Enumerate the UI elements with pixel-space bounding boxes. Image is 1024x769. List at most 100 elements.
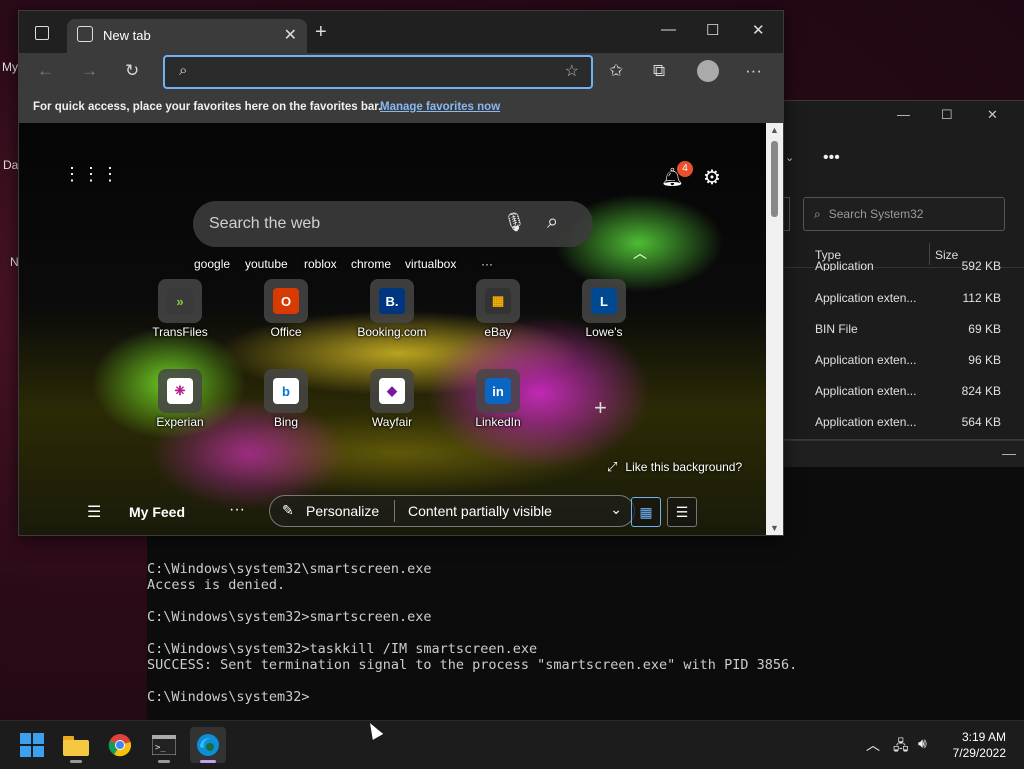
quick-link[interactable]: chrome [351,257,391,271]
expand-icon: ⤢ [607,459,618,474]
file-explorer-taskbar-button[interactable] [58,727,94,763]
feed-title[interactable]: My Feed [129,504,185,520]
clock[interactable]: 3:19 AM 7/29/2022 [953,729,1006,761]
close-icon[interactable]: ✕ [987,107,998,123]
back-icon[interactable]: ← [37,61,54,81]
address-input[interactable] [209,61,533,83]
table-row[interactable]: Application 592 KB [783,251,1024,271]
favorites-icon[interactable]: ✩ [609,61,623,81]
more-options-icon[interactable]: ••• [823,149,840,167]
site-name: Wayfair [371,415,413,429]
file-explorer-window[interactable]: — ☐ ✕ ⌄ ••• ⌕ Search System32 Type Size A… [782,100,1024,440]
app-launcher-icon[interactable]: ⋮⋮⋮ [63,165,120,183]
address-bar-partial[interactable] [783,197,790,231]
top-site-tile[interactable]: ❈ Experian [135,369,225,435]
edge-browser-window[interactable]: New tab ✕ + — ☐ ✕ ← → ↻ ⌕ ☆ ✩ ⧉ ··· For … [18,10,784,536]
chrome-taskbar-button[interactable] [102,727,138,763]
feed-bar: ☰ My Feed ··· ✎ Personalize Content part… [19,493,766,535]
quick-link[interactable]: google [194,257,230,271]
desktop-label[interactable]: My [2,60,18,74]
site-name: TransFiles [152,325,208,339]
forward-icon[interactable]: → [81,61,98,81]
top-site-tile[interactable]: B. Booking.com [347,279,437,345]
search-icon[interactable]: ⌕ [547,211,558,234]
favorites-bar: For quick access, place your favorites h… [19,93,783,123]
minimize-icon[interactable]: — [897,107,910,122]
like-background-link[interactable]: ⤢ Like this background? [607,459,742,475]
top-site-tile[interactable]: O Office [241,279,331,345]
site-icon: ▦ [476,279,520,323]
site-name: eBay [484,325,512,339]
table-row[interactable]: BIN File 69 KB [783,313,1024,344]
scrollbar-thumb[interactable] [771,141,778,217]
collections-icon[interactable]: ⧉ [653,61,665,81]
quick-link[interactable]: virtualbox [405,257,456,271]
top-site-tile[interactable]: b Bing [241,369,331,435]
quick-link[interactable]: youtube [245,257,288,271]
feed-more-icon[interactable]: ··· [229,501,245,519]
minimize-icon[interactable]: — [661,21,676,38]
chevron-down-icon[interactable]: ⌄ [785,151,794,164]
scroll-up-icon[interactable]: ▲ [770,125,779,135]
top-site-tile[interactable]: ▦ eBay [453,279,543,345]
personalize-control[interactable]: ✎ Personalize Content partially visible … [269,495,635,527]
microphone-icon[interactable]: 🎙︎ [503,212,526,233]
top-site-tile[interactable]: in LinkedIn [453,369,543,435]
chevron-down-icon[interactable]: ⌄ [610,501,622,518]
windows-logo-icon [20,733,44,757]
new-tab-page-icon [77,26,93,42]
tab-actions-icon[interactable] [35,26,49,40]
top-site-tile[interactable]: ◆ Wayfair [347,369,437,435]
list-view-icon[interactable]: ☰ [667,497,697,527]
table-row[interactable]: Application exten... 96 KB [783,344,1024,375]
chevron-up-icon[interactable]: ︿ [866,735,880,755]
web-search-box[interactable]: Search the web 🎙︎ ⌕ [193,201,593,247]
add-site-icon[interactable]: + [594,395,607,421]
top-site-tile[interactable]: » TransFiles [135,279,225,345]
edge-taskbar-button[interactable] [190,727,226,763]
refresh-icon[interactable]: ↻ [125,61,139,81]
network-icon[interactable]: 🖧︎ [893,735,909,759]
maximize-icon[interactable]: ☐ [941,107,953,123]
maximize-icon[interactable]: ☐ [706,21,719,39]
table-row[interactable]: Application exten... 824 KB [783,375,1024,406]
chevron-up-icon[interactable]: ︿ [633,243,647,263]
hamburger-menu-icon[interactable]: ☰ [87,502,101,522]
settings-more-icon[interactable]: ··· [745,61,762,81]
site-logo-icon: b [273,378,299,404]
profile-icon[interactable] [697,60,719,82]
site-name: Office [270,325,302,339]
scrollbar[interactable]: ▲ ▼ [766,123,783,535]
volume-icon[interactable]: 🔊︎ [918,735,927,752]
quick-links-more[interactable]: ··· [481,257,493,271]
close-icon[interactable]: ✕ [752,21,765,39]
new-tab-button[interactable]: + [315,21,327,44]
manage-favorites-link[interactable]: Manage favorites now [380,101,500,113]
command-prompt-icon: >_ [152,735,176,755]
search-placeholder: Search System32 [828,207,924,221]
tab-new-tab[interactable]: New tab ✕ [67,19,307,53]
search-placeholder: Search the web [209,215,321,232]
quick-link[interactable]: roblox [304,257,337,271]
start-button[interactable] [14,727,50,763]
minimize-icon[interactable]: — [1002,445,1016,461]
desktop-label[interactable]: Da [3,158,18,172]
site-icon: ❈ [158,369,202,413]
address-bar[interactable]: ⌕ ☆ [163,55,593,89]
grid-view-icon[interactable]: ▦ [631,497,661,527]
search-input[interactable]: ⌕ Search System32 [803,197,1005,231]
table-row[interactable]: Application exten... 564 KB [783,406,1024,437]
gear-icon[interactable]: ⚙ [703,165,721,190]
content-visibility-dropdown[interactable]: Content partially visible [408,503,552,519]
table-row[interactable]: Application exten... 112 KB [783,282,1024,313]
personalize-button[interactable]: Personalize [306,503,379,519]
terminal-taskbar-button[interactable]: >_ [146,727,182,763]
site-icon: L [582,279,626,323]
site-name: LinkedIn [475,415,521,429]
scroll-down-icon[interactable]: ▼ [770,523,779,533]
close-tab-icon[interactable]: ✕ [284,25,297,45]
tab-strip[interactable]: New tab ✕ + — ☐ ✕ [19,11,783,53]
add-favorite-icon[interactable]: ☆ [565,61,579,81]
top-site-tile[interactable]: L Lowe's [559,279,649,345]
running-indicator [70,760,82,763]
